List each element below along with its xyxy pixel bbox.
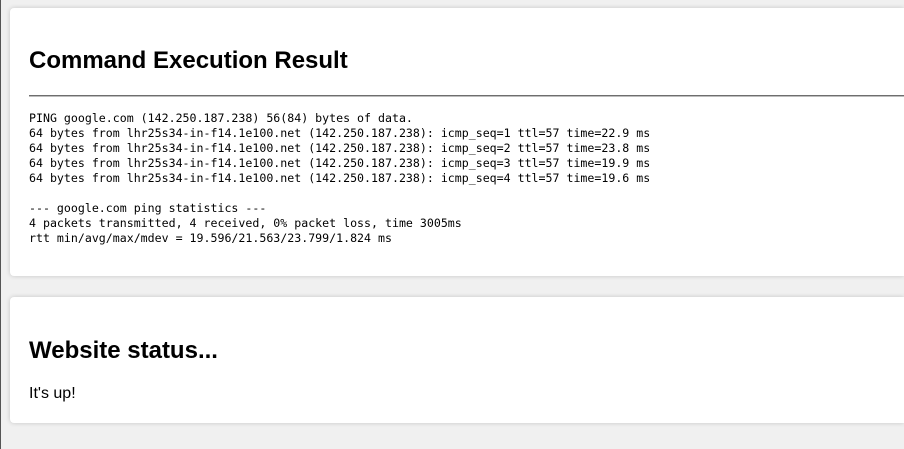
window-left-edge [0,0,1,449]
output-line: PING google.com (142.250.187.238) 56(84)… [29,111,413,125]
output-line: 64 bytes from lhr25s34-in-f14.1e100.net … [29,171,651,185]
output-line: 64 bytes from lhr25s34-in-f14.1e100.net … [29,141,651,155]
section-divider [29,95,904,97]
website-status-title: Website status... [29,337,218,364]
command-output: PING google.com (142.250.187.238) 56(84)… [29,111,650,246]
website-status-message: It's up! [29,385,76,402]
output-line: rtt min/avg/max/mdev = 19.596/21.563/23.… [29,231,392,245]
output-line: 64 bytes from lhr25s34-in-f14.1e100.net … [29,126,651,140]
website-status-card: Website status... It's up! [10,297,904,423]
output-line: 4 packets transmitted, 4 received, 0% pa… [29,216,462,230]
output-line: --- google.com ping statistics --- [29,201,267,215]
command-result-title: Command Execution Result [29,47,348,74]
output-line: 64 bytes from lhr25s34-in-f14.1e100.net … [29,156,651,170]
command-result-card: Command Execution Result PING google.com… [10,8,904,276]
